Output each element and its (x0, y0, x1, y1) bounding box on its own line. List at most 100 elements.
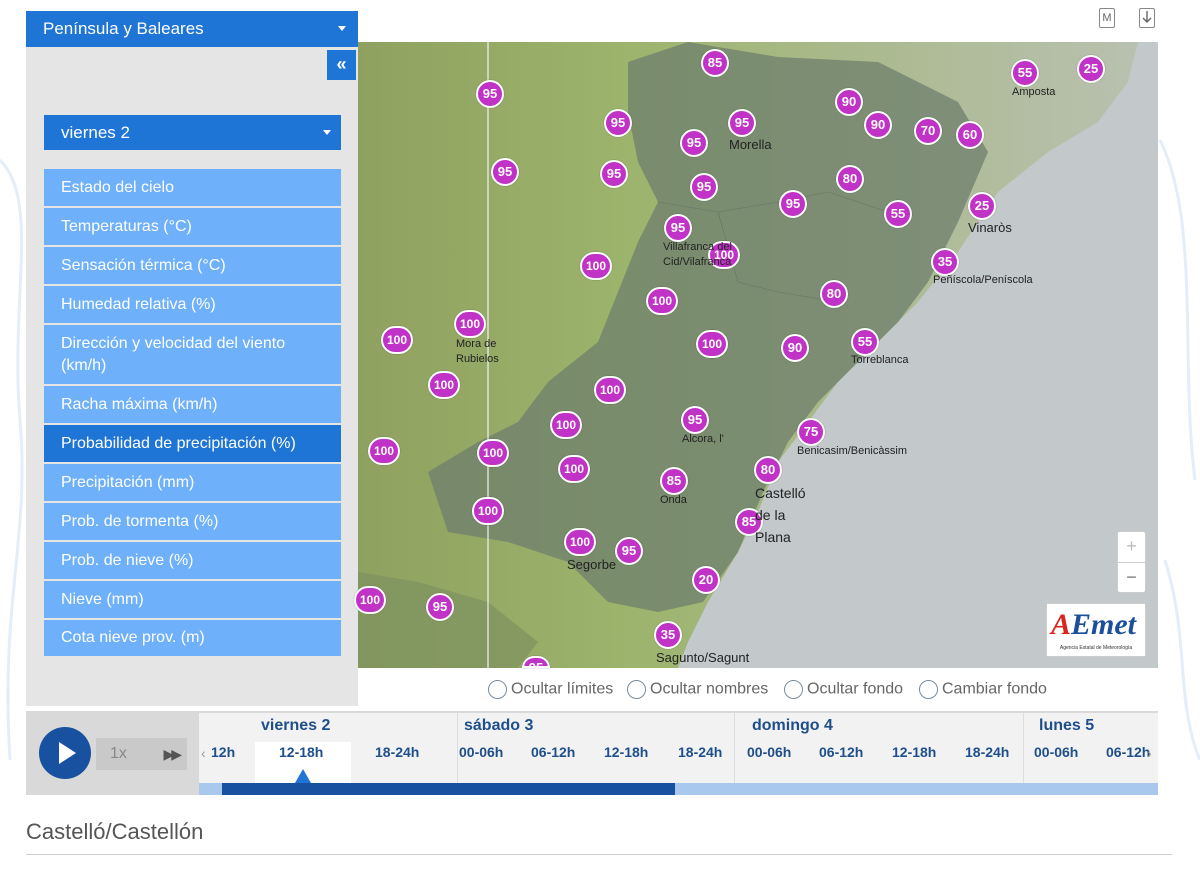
precip-badge[interactable]: 100 (550, 411, 582, 439)
precip-badge[interactable]: 55 (884, 200, 912, 228)
menu-item-snow-level[interactable]: Cota nieve prov. (m) (44, 620, 341, 658)
time-slot[interactable]: 00-06h (747, 744, 791, 760)
precip-badge[interactable]: 100 (472, 497, 504, 525)
menu-item-precip-probability[interactable]: Probabilidad de precipitación (%) (44, 425, 341, 464)
precip-badge[interactable]: 20 (692, 566, 720, 594)
menu-item-snow[interactable]: Nieve (mm) (44, 581, 341, 620)
change-background-checkbox[interactable]: Cambiar fondo (919, 680, 1047, 699)
time-slot-selected[interactable]: 12-18h (279, 744, 323, 760)
map-download-icon[interactable]: M (1099, 8, 1115, 28)
town-label: Sagunto/Sagunt (656, 650, 750, 665)
menu-item-humidity[interactable]: Humedad relativa (%) (44, 286, 341, 325)
precip-badge[interactable]: 90 (864, 111, 892, 139)
precip-badge[interactable]: 100 (477, 439, 509, 467)
time-slot[interactable]: 00-06h (1034, 744, 1078, 760)
download-icon[interactable] (1139, 8, 1155, 28)
precip-badge[interactable]: 70 (914, 117, 942, 145)
precip-badge[interactable]: 100 (580, 252, 612, 280)
fast-forward-icon[interactable]: ▶▶ (163, 738, 181, 770)
precip-badge[interactable]: 100 (594, 376, 626, 404)
precip-badge[interactable]: 35 (654, 621, 682, 649)
play-icon (59, 742, 76, 764)
menu-item-storm-probability[interactable]: Prob. de tormenta (%) (44, 503, 341, 542)
speed-control[interactable]: 1x ▶▶ (96, 738, 187, 770)
time-slot[interactable]: 18-24h (375, 744, 419, 760)
precip-badge[interactable]: 75 (797, 418, 825, 446)
precip-badge[interactable]: 80 (754, 456, 782, 484)
precip-badge[interactable]: 25 (1077, 55, 1105, 83)
precip-badge[interactable]: 95 (426, 593, 454, 621)
menu-item-wind[interactable]: Dirección y velocidad del viento (km/h) (44, 325, 341, 386)
scroll-left-icon[interactable]: ‹ (201, 745, 206, 761)
time-slot[interactable]: 06-12h (1106, 744, 1150, 760)
town-label: Mora de Rubielos (456, 338, 499, 365)
time-slot[interactable]: 12-18h (892, 744, 936, 760)
precip-badge[interactable]: 100 (454, 310, 486, 338)
menu-item-feels-like[interactable]: Sensación térmica (°C) (44, 247, 341, 286)
time-slot[interactable]: 06-12h (819, 744, 863, 760)
precip-badge[interactable]: 25 (968, 192, 996, 220)
hide-background-checkbox[interactable]: Ocultar fondo (784, 680, 903, 699)
precip-badge[interactable]: 95 (680, 129, 708, 157)
precip-badge[interactable]: 100 (354, 586, 386, 614)
time-slot[interactable]: 06-12h (531, 744, 575, 760)
precip-badge[interactable]: 95 (491, 158, 519, 186)
collapse-sidebar-button[interactable]: « (327, 50, 356, 80)
time-slot[interactable]: 18-24h (965, 744, 1009, 760)
hide-names-checkbox[interactable]: Ocultar nombres (627, 680, 768, 699)
precip-badge[interactable]: 100 (381, 326, 413, 354)
precip-badge[interactable]: 90 (835, 88, 863, 116)
precip-badge[interactable]: 90 (781, 334, 809, 362)
precip-badge[interactable]: 55 (1011, 59, 1039, 87)
menu-item-snow-probability[interactable]: Prob. de nieve (%) (44, 542, 341, 581)
play-button[interactable] (39, 727, 91, 779)
precip-badge[interactable]: 95 (600, 160, 628, 188)
precip-badge[interactable]: 95 (615, 537, 643, 565)
checkbox-icon (627, 680, 646, 699)
hide-boundaries-checkbox[interactable]: Ocultar límites (488, 680, 613, 699)
precip-badge[interactable]: 35 (931, 248, 959, 276)
time-slot[interactable]: 12h (211, 744, 235, 760)
precip-badge[interactable]: 85 (660, 467, 688, 495)
menu-item-gust[interactable]: Racha máxima (km/h) (44, 386, 341, 425)
checkbox-icon (784, 680, 803, 699)
time-slot[interactable]: 12-18h (604, 744, 648, 760)
precip-badge[interactable]: 95 (664, 214, 692, 242)
region-select[interactable]: Península y Baleares (26, 11, 358, 47)
precip-badge[interactable]: 80 (836, 165, 864, 193)
time-slot[interactable]: 00-06h (459, 744, 503, 760)
day-select[interactable]: viernes 2 (44, 115, 341, 150)
precip-badge[interactable]: 85 (701, 49, 729, 77)
precip-badge[interactable]: 95 (476, 80, 504, 108)
badge-value: 100 (459, 317, 481, 331)
town-label: Segorbe (567, 557, 617, 572)
badge-value: 55 (890, 206, 906, 221)
precip-badge[interactable]: 100 (428, 371, 460, 399)
precip-badge[interactable]: 95 (728, 109, 756, 137)
menu-item-precipitation[interactable]: Precipitación (mm) (44, 464, 341, 503)
precip-badge[interactable]: 95 (604, 109, 632, 137)
time-slot[interactable]: 18-24h (678, 744, 722, 760)
precip-badge[interactable]: 95 (779, 190, 807, 218)
menu-item-temperature[interactable]: Temperaturas (°C) (44, 208, 341, 247)
menu-item-label: Estado del cielo (61, 179, 174, 196)
menu-item-sky[interactable]: Estado del cielo (44, 169, 341, 208)
precip-badge[interactable]: 100 (368, 437, 400, 465)
precip-badge[interactable]: 95 (681, 406, 709, 434)
precip-badge[interactable]: 100 (564, 528, 596, 556)
precip-badge[interactable]: 100 (646, 287, 678, 315)
scroll-right-icon[interactable]: › (1147, 745, 1152, 761)
zoom-out-button[interactable]: − (1118, 563, 1145, 593)
zoom-in-button[interactable]: + (1118, 532, 1145, 563)
town-label: Vinaròs (968, 220, 1012, 235)
collapse-icon: « (336, 54, 347, 74)
precip-badge[interactable]: 100 (696, 330, 728, 358)
divider (26, 854, 1172, 855)
precip-badge[interactable]: 60 (956, 121, 984, 149)
badge-value: 80 (826, 286, 842, 301)
precip-badge[interactable]: 55 (851, 328, 879, 356)
menu-item-label: Humedad relativa (%) (61, 296, 216, 313)
precip-badge[interactable]: 95 (690, 173, 718, 201)
precip-badge[interactable]: 100 (558, 455, 590, 483)
precip-badge[interactable]: 80 (820, 280, 848, 308)
